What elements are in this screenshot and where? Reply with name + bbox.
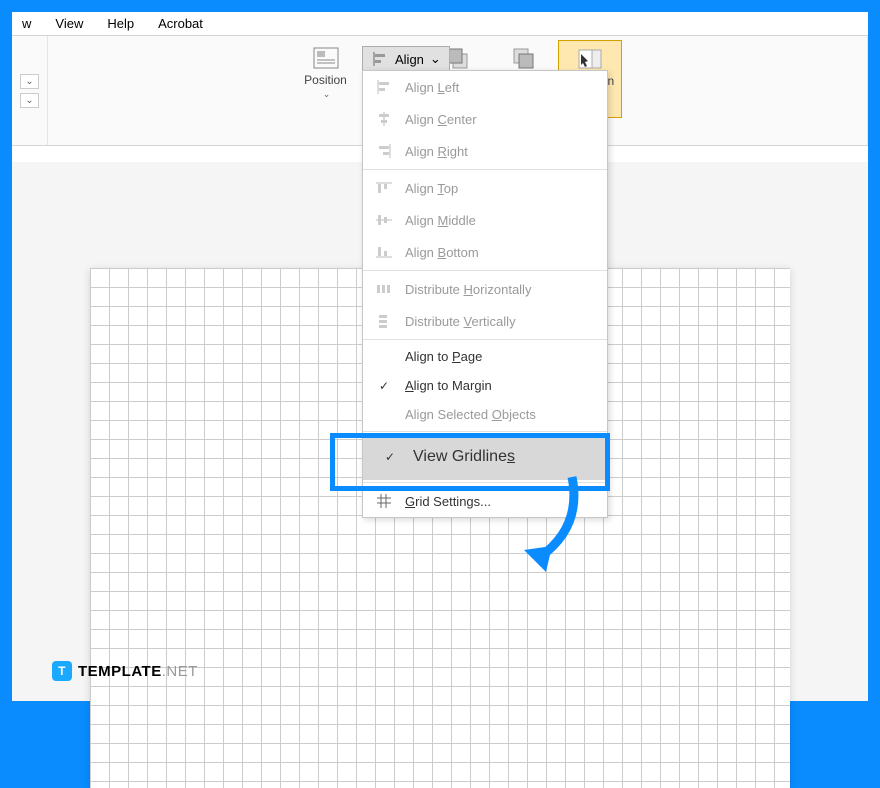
align-button[interactable]: Align ⌄ [362,46,450,72]
align-top-icon [375,179,393,197]
align-to-margin-item[interactable]: ✓ Align to Margin [363,371,607,400]
check-icon: ✓ [375,379,393,393]
align-to-page-item[interactable]: Align to Page [363,342,607,371]
align-left-item[interactable]: Align Left [363,71,607,103]
position-icon [312,44,340,72]
view-gridlines-item[interactable]: ✓ View Gridlines [363,434,607,480]
menu-acrobat[interactable]: Acrobat [158,16,203,31]
watermark: T TEMPLATE.NET [52,661,198,681]
distribute-horizontally-item[interactable]: Distribute Horizontally [363,273,607,305]
menubar: w View Help Acrobat [12,12,868,36]
align-icon [371,50,389,68]
send-backward-icon [510,44,538,72]
distribute-h-icon [375,280,393,298]
align-center-item[interactable]: Align Center [363,103,607,135]
align-selected-objects-item[interactable]: Align Selected Objects [363,400,607,429]
grid-icon [375,492,393,510]
align-bottom-item[interactable]: Align Bottom [363,236,607,268]
position-button[interactable]: Position⌄ [294,40,358,118]
align-left-icon [375,78,393,96]
align-bottom-icon [375,243,393,261]
align-middle-icon [375,211,393,229]
selection-pane-icon [576,45,604,73]
grid-settings-item[interactable]: Grid Settings... [363,485,607,517]
menu-view[interactable]: View [55,16,83,31]
align-middle-item[interactable]: Align Middle [363,204,607,236]
align-top-item[interactable]: Align Top [363,172,607,204]
check-icon: ✓ [381,450,399,464]
distribute-vertically-item[interactable]: Distribute Vertically [363,305,607,337]
quick-access: ⌄ ⌄ [12,36,48,145]
align-center-icon [375,110,393,128]
align-right-icon [375,142,393,160]
qat-chevron-icon[interactable]: ⌄ [20,93,38,108]
watermark-badge-icon: T [52,661,72,681]
qat-chevron-icon[interactable]: ⌄ [20,74,38,89]
distribute-v-icon [375,312,393,330]
menu-help[interactable]: Help [107,16,134,31]
align-dropdown: Align Left Align Center Align Right Alig… [362,70,608,518]
align-right-item[interactable]: Align Right [363,135,607,167]
menu-item[interactable]: w [22,16,31,31]
